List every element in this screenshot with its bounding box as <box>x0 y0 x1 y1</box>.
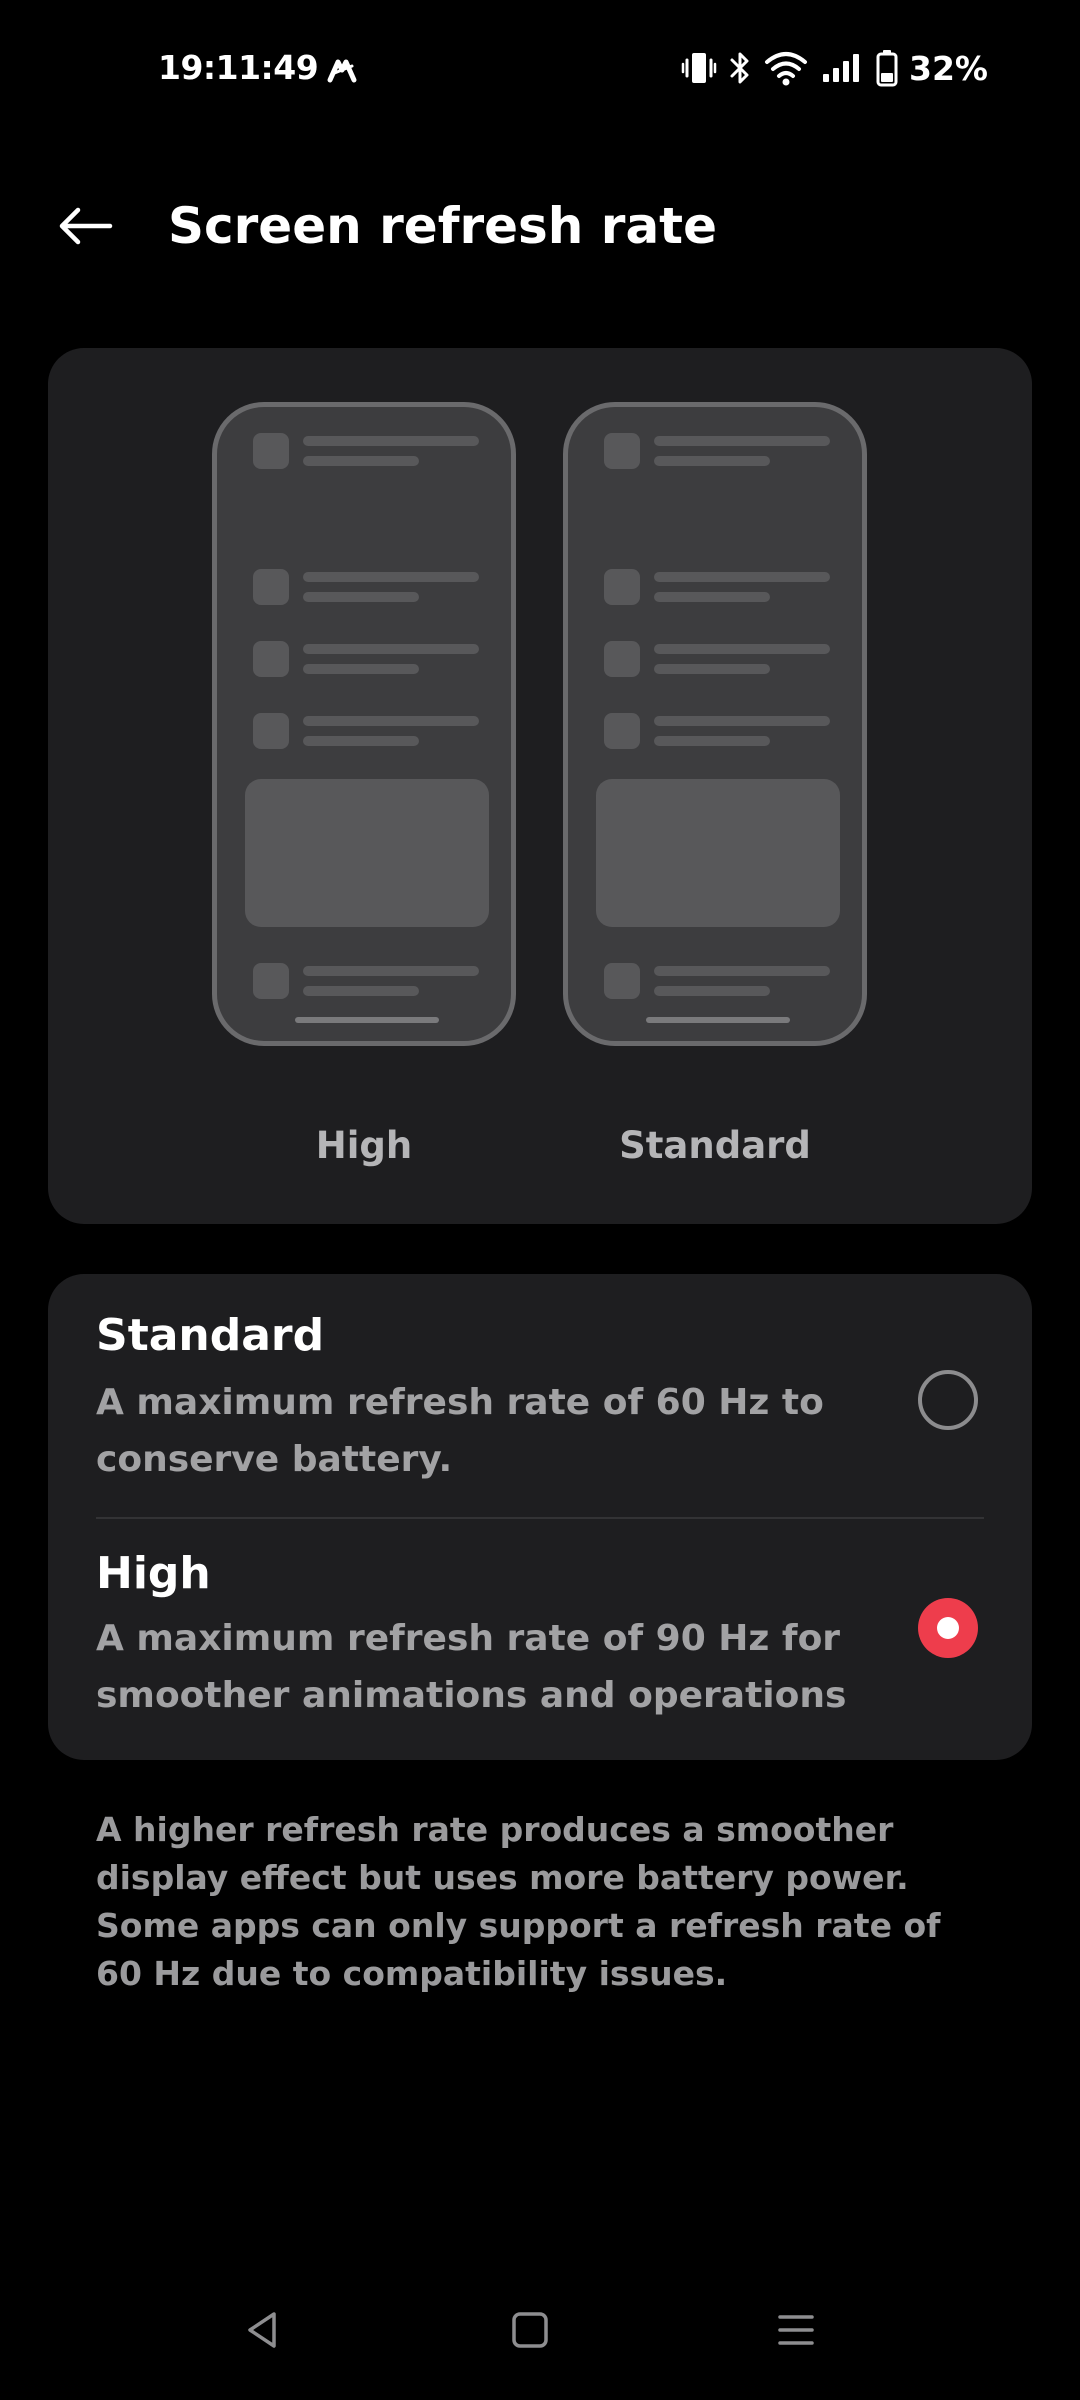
app-header: Screen refresh rate <box>0 170 1080 280</box>
radio-high[interactable] <box>918 1598 978 1658</box>
option-standard[interactable]: Standard A maximum refresh rate of 60 Hz… <box>48 1274 1032 1518</box>
preview-list-item <box>604 963 832 1003</box>
battery-icon <box>875 48 899 88</box>
preview-content-block <box>245 779 489 927</box>
radio-standard[interactable] <box>918 1370 978 1430</box>
status-bar: 19:11:49 32% <box>0 0 1080 140</box>
nav-back-icon <box>248 2312 276 2348</box>
radio-selected-dot <box>937 1617 959 1639</box>
preview-home-bar <box>646 1017 790 1023</box>
preview-list-item <box>253 963 481 1003</box>
nav-home-icon <box>512 2312 548 2348</box>
status-time: 19:11:49 <box>158 48 319 87</box>
preview-label-high: High <box>315 1124 413 1167</box>
refresh-rate-preview-card: High Standard <box>48 348 1032 1224</box>
option-title: High <box>96 1548 211 1599</box>
back-button[interactable] <box>46 194 126 258</box>
page-title: Screen refresh rate <box>168 197 717 255</box>
footnote-text: A higher refresh rate produces a smoothe… <box>96 1810 941 1993</box>
preview-list-item <box>604 713 832 753</box>
preview-content-block <box>596 779 840 927</box>
app-notification-icon <box>322 52 362 92</box>
preview-list-item <box>253 713 481 753</box>
preview-list-item <box>253 641 481 681</box>
nav-menu-button[interactable] <box>764 2298 828 2362</box>
signal-icon <box>819 48 865 88</box>
navigation-bar <box>0 2290 1080 2370</box>
wifi-icon <box>763 48 809 88</box>
option-title: Standard <box>96 1310 325 1361</box>
option-high[interactable]: High A maximum refresh rate of 90 Hz for… <box>48 1518 1032 1760</box>
nav-back-button[interactable] <box>230 2298 294 2362</box>
preview-list-item <box>253 569 481 609</box>
nav-menu-icon <box>778 2315 814 2345</box>
preview-home-bar <box>295 1017 439 1023</box>
preview-label-standard: Standard <box>619 1124 811 1167</box>
arrow-left-icon <box>59 207 113 245</box>
preview-list-item <box>604 569 832 609</box>
option-description: A maximum refresh rate of 90 Hz for smoo… <box>96 1618 847 1716</box>
nav-home-button[interactable] <box>498 2298 562 2362</box>
preview-list-item <box>604 433 832 473</box>
preview-list-item <box>604 641 832 681</box>
option-description: A maximum refresh rate of 60 Hz to conse… <box>96 1382 824 1480</box>
status-indicators: 32% <box>681 46 988 90</box>
battery-percent: 32% <box>909 48 988 88</box>
phone-preview-standard[interactable] <box>563 402 867 1046</box>
vibrate-icon <box>681 48 717 88</box>
bluetooth-icon <box>727 48 753 88</box>
phone-preview-high[interactable] <box>212 402 516 1046</box>
preview-list-item <box>253 433 481 473</box>
refresh-rate-options: Standard A maximum refresh rate of 60 Hz… <box>48 1274 1032 1760</box>
